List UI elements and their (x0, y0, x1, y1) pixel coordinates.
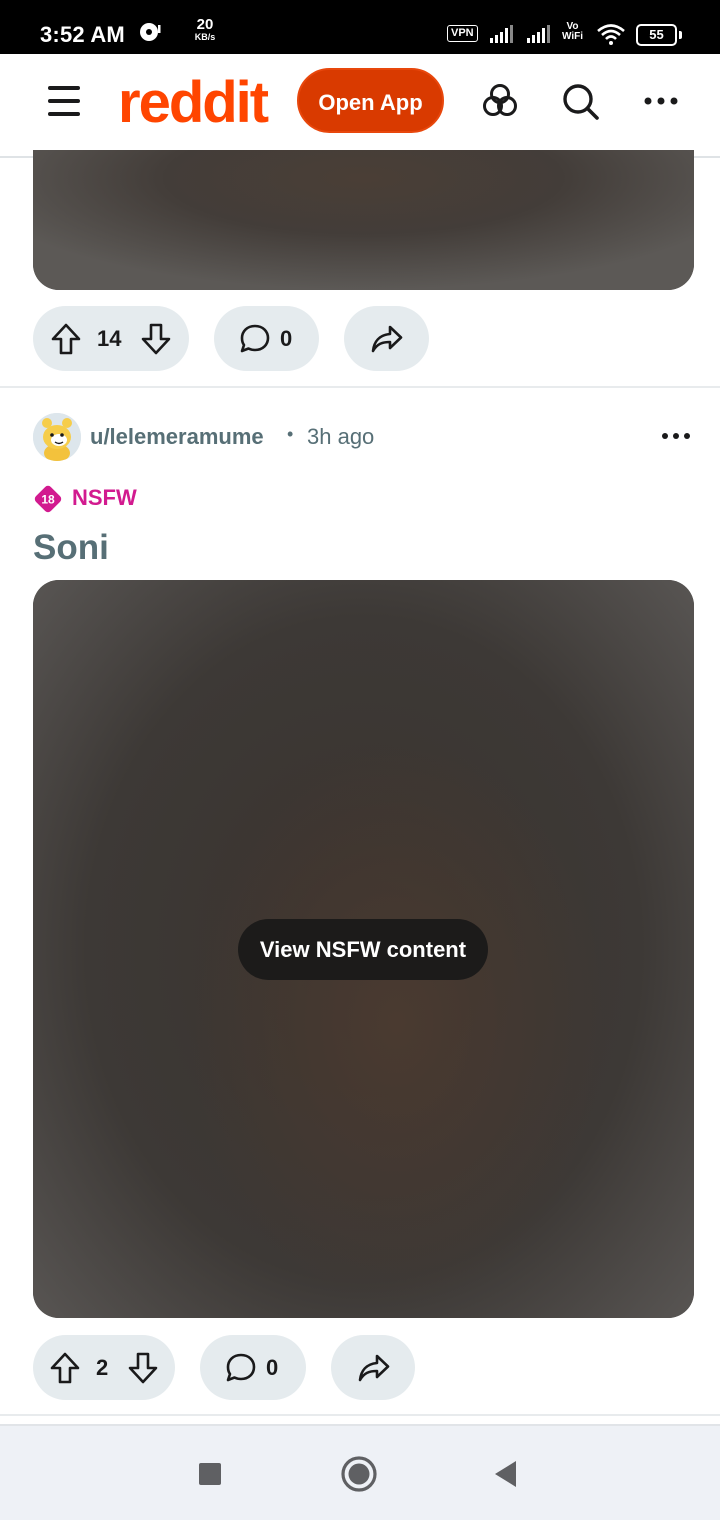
previous-post-media[interactable] (33, 150, 694, 290)
popular-icon[interactable] (480, 81, 520, 121)
share-button[interactable] (331, 1335, 415, 1400)
nsfw-icon: 18 (34, 485, 62, 513)
post-title[interactable]: Soni (33, 528, 109, 568)
post-author[interactable]: u/lelemeramume (90, 424, 264, 450)
post-time: 3h ago (307, 424, 375, 449)
vote-bar: 2 (33, 1335, 175, 1400)
media-icon (140, 23, 161, 41)
share-button[interactable] (344, 306, 429, 371)
app-header: reddit Open App (0, 54, 720, 158)
comment-count: 0 (280, 326, 293, 351)
system-nav-bar (0, 1424, 720, 1520)
post-more-icon[interactable] (660, 424, 692, 448)
status-bar: 3:52 AM 20 KB/s VPN Vo WiFi 55 (0, 0, 720, 54)
back-button[interactable] (492, 1459, 520, 1489)
battery-level: 55 (636, 24, 677, 46)
status-time: 3:52 AM (40, 22, 125, 47)
battery-icon: 55 (636, 24, 682, 46)
open-app-button[interactable]: Open App (297, 68, 444, 133)
comment-count: 0 (266, 1355, 279, 1380)
vowifi-indicator: Vo WiFi (562, 22, 583, 42)
view-nsfw-button[interactable]: View NSFW content (238, 919, 488, 980)
upvote-icon[interactable] (49, 1351, 81, 1385)
post-divider (0, 386, 720, 388)
signal-icon (490, 25, 513, 43)
downvote-icon[interactable] (140, 322, 172, 356)
avatar[interactable] (33, 413, 81, 461)
recents-button[interactable] (198, 1462, 222, 1486)
vote-bar: 14 (33, 306, 189, 371)
avatar-icon (33, 413, 81, 461)
reddit-logo[interactable]: reddit (118, 68, 269, 138)
nsfw-label: NSFW (72, 485, 137, 510)
wifi-icon (597, 24, 625, 45)
comments-button[interactable]: 0 (214, 306, 319, 371)
vote-count: 14 (97, 326, 122, 351)
upvote-icon[interactable] (50, 322, 82, 356)
menu-icon[interactable] (46, 84, 82, 118)
comments-button[interactable]: 0 (200, 1335, 306, 1400)
home-button[interactable] (340, 1455, 378, 1493)
share-icon (358, 1354, 390, 1382)
comment-icon (226, 1353, 256, 1382)
net-speed: 20 KB/s (190, 16, 220, 42)
net-speed-value: 20 (196, 16, 214, 33)
post-divider (0, 1414, 720, 1416)
meta-separator: • (287, 424, 294, 444)
comment-icon (240, 324, 270, 353)
net-speed-unit: KB/s (194, 32, 216, 42)
nsfw-badge-text: 18 (41, 493, 55, 507)
search-icon[interactable] (560, 81, 600, 121)
vowifi-bottom: WiFi (562, 31, 584, 42)
signal-icon (527, 25, 550, 43)
vote-count: 2 (96, 1355, 109, 1380)
downvote-icon[interactable] (127, 1351, 159, 1385)
vpn-badge: VPN (447, 25, 478, 42)
more-icon[interactable] (641, 81, 681, 121)
share-icon (371, 325, 403, 353)
